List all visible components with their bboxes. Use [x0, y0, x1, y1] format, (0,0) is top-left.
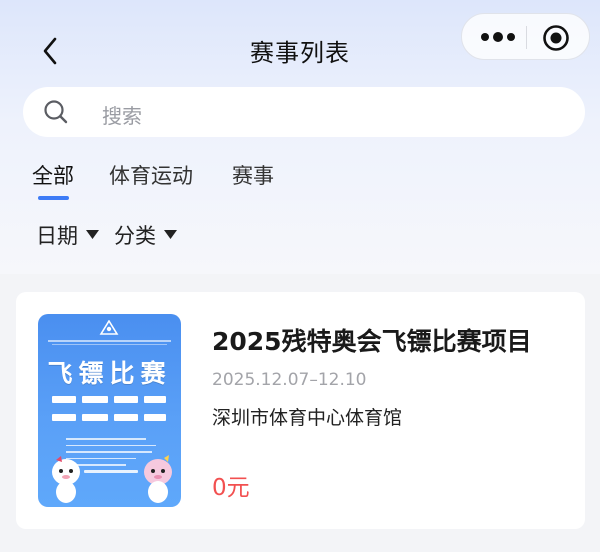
- search-bar[interactable]: 搜索: [23, 87, 585, 137]
- event-name: 2025残特奥会飞镖比赛项目: [212, 327, 532, 356]
- close-mini-program-button[interactable]: [542, 24, 570, 52]
- tab-events[interactable]: 赛事: [232, 160, 274, 190]
- logo-icon: [99, 320, 119, 335]
- mascot-right-illustration: [144, 455, 172, 503]
- caret-down-icon: [164, 230, 177, 239]
- poster-title: 飞镖比赛: [47, 359, 172, 388]
- active-tab-indicator: [38, 196, 69, 200]
- event-price: 0元: [212, 475, 250, 501]
- event-card[interactable]: 飞镖比赛 2025残特奥会飞镖比赛项目 2025.12.07–12.10 深圳市…: [16, 292, 585, 529]
- tab-all[interactable]: 全部: [32, 160, 74, 190]
- mascot-left-illustration: [52, 456, 80, 503]
- record-circle-icon: [543, 25, 569, 51]
- date-filter[interactable]: 日期: [36, 220, 99, 250]
- search-placeholder: 搜索: [102, 104, 142, 128]
- poster-slogan: [84, 470, 138, 473]
- category-filter-label: 分类: [114, 224, 156, 248]
- event-date: 2025.12.07–12.10: [212, 370, 367, 390]
- category-filter[interactable]: 分类: [114, 220, 177, 250]
- poster-header-lines: [48, 340, 171, 342]
- poster-header-lines-2: [52, 344, 167, 345]
- event-poster-image: 飞镖比赛: [38, 314, 181, 507]
- more-button[interactable]: [479, 24, 517, 50]
- caret-down-icon: [86, 230, 99, 239]
- sponsor-logos: [52, 394, 167, 428]
- more-dots-icon: [481, 32, 515, 42]
- tab-sports[interactable]: 体育运动: [109, 160, 193, 190]
- event-venue: 深圳市体育中心体育馆: [212, 407, 403, 429]
- date-filter-label: 日期: [36, 224, 78, 248]
- search-icon: [44, 100, 68, 124]
- capsule-divider: [526, 26, 527, 49]
- mini-program-capsule: [461, 13, 590, 60]
